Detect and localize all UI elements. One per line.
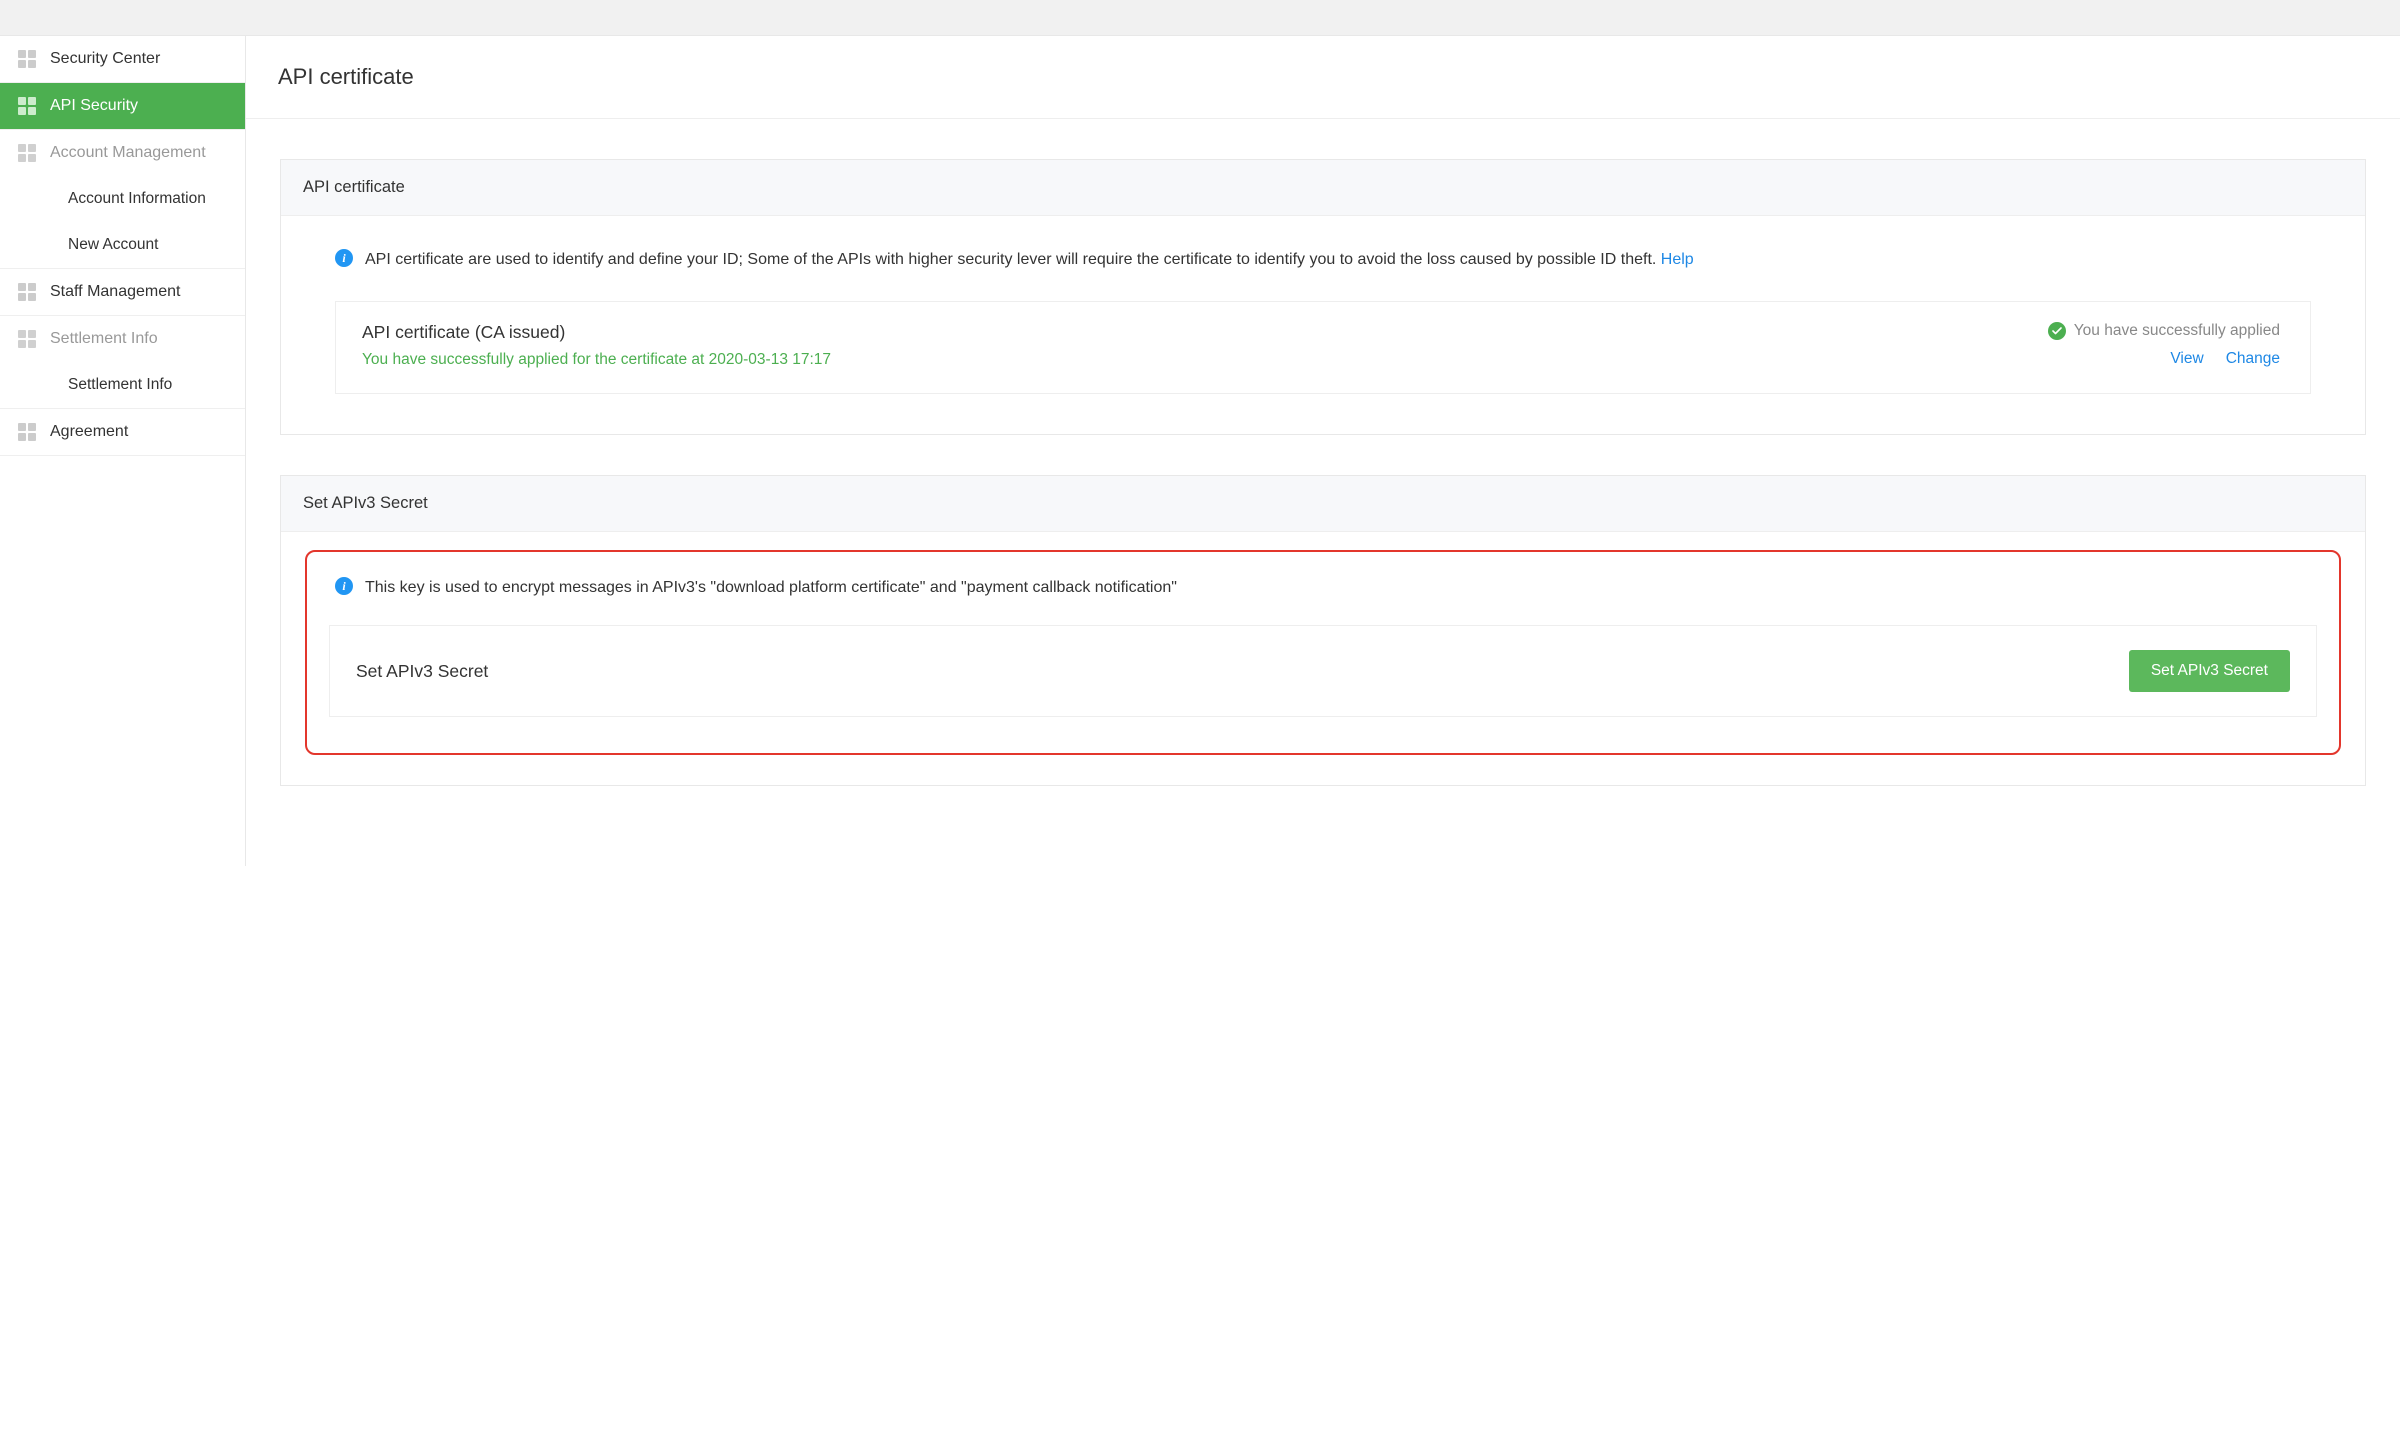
sidebar-item-agreement[interactable]: Agreement bbox=[0, 409, 245, 455]
grid-icon bbox=[18, 423, 36, 441]
grid-icon bbox=[18, 330, 36, 348]
sidebar-item-label: Staff Management bbox=[50, 283, 180, 301]
grid-icon bbox=[18, 283, 36, 301]
view-link[interactable]: View bbox=[2170, 350, 2203, 368]
info-icon: i bbox=[335, 249, 353, 267]
main-content: API certificate API certificate i API ce… bbox=[246, 36, 2400, 866]
sidebar-item-label: New Account bbox=[68, 236, 158, 254]
sidebar-item-settlement-info[interactable]: Settlement Info bbox=[0, 362, 245, 408]
secret-card-title: Set APIv3 Secret bbox=[356, 661, 488, 682]
sidebar: Security Center API Security Account Man… bbox=[0, 36, 246, 866]
page-title: API certificate bbox=[246, 36, 2400, 119]
change-link[interactable]: Change bbox=[2226, 350, 2280, 368]
sidebar-heading-account-management: Account Management bbox=[0, 130, 245, 176]
grid-icon bbox=[18, 50, 36, 68]
sidebar-item-label: Security Center bbox=[50, 50, 160, 68]
sidebar-item-label: Agreement bbox=[50, 423, 128, 441]
sidebar-heading-settlement-info: Settlement Info bbox=[0, 316, 245, 362]
certificate-status-text: You have successfully applied for the ce… bbox=[362, 351, 831, 369]
top-bar bbox=[0, 0, 2400, 36]
info-text-content: API certificate are used to identify and… bbox=[365, 251, 1661, 268]
applied-status: You have successfully applied bbox=[2048, 322, 2280, 340]
grid-icon bbox=[18, 97, 36, 115]
highlight-box: i This key is used to encrypt messages i… bbox=[305, 550, 2341, 755]
panel-header: Set APIv3 Secret bbox=[281, 476, 2365, 532]
sidebar-item-label: Account Information bbox=[68, 190, 206, 208]
grid-icon bbox=[18, 144, 36, 162]
sidebar-item-api-security[interactable]: API Security bbox=[0, 83, 245, 129]
sidebar-item-label: Account Management bbox=[50, 144, 206, 162]
sidebar-item-security-center[interactable]: Security Center bbox=[0, 36, 245, 82]
help-link[interactable]: Help bbox=[1661, 251, 1694, 268]
certificate-card: API certificate (CA issued) You have suc… bbox=[335, 301, 2311, 394]
secret-info-text: This key is used to encrypt messages in … bbox=[365, 574, 1177, 601]
sidebar-item-label: API Security bbox=[50, 97, 138, 115]
info-icon: i bbox=[335, 577, 353, 595]
certificate-card-title: API certificate (CA issued) bbox=[362, 322, 831, 343]
check-icon bbox=[2048, 322, 2066, 340]
certificate-info-text: API certificate are used to identify and… bbox=[365, 246, 1694, 273]
sidebar-item-label: Settlement Info bbox=[50, 330, 158, 348]
apiv3-secret-panel: Set APIv3 Secret i This key is used to e… bbox=[280, 475, 2366, 786]
secret-card: Set APIv3 Secret Set APIv3 Secret bbox=[329, 625, 2317, 717]
sidebar-item-account-information[interactable]: Account Information bbox=[0, 176, 245, 222]
panel-header: API certificate bbox=[281, 160, 2365, 216]
applied-label: You have successfully applied bbox=[2074, 322, 2280, 340]
api-certificate-panel: API certificate i API certificate are us… bbox=[280, 159, 2366, 435]
sidebar-item-staff-management[interactable]: Staff Management bbox=[0, 269, 245, 315]
sidebar-item-new-account[interactable]: New Account bbox=[0, 222, 245, 268]
set-apiv3-secret-button[interactable]: Set APIv3 Secret bbox=[2129, 650, 2290, 692]
sidebar-item-label: Settlement Info bbox=[68, 376, 172, 394]
